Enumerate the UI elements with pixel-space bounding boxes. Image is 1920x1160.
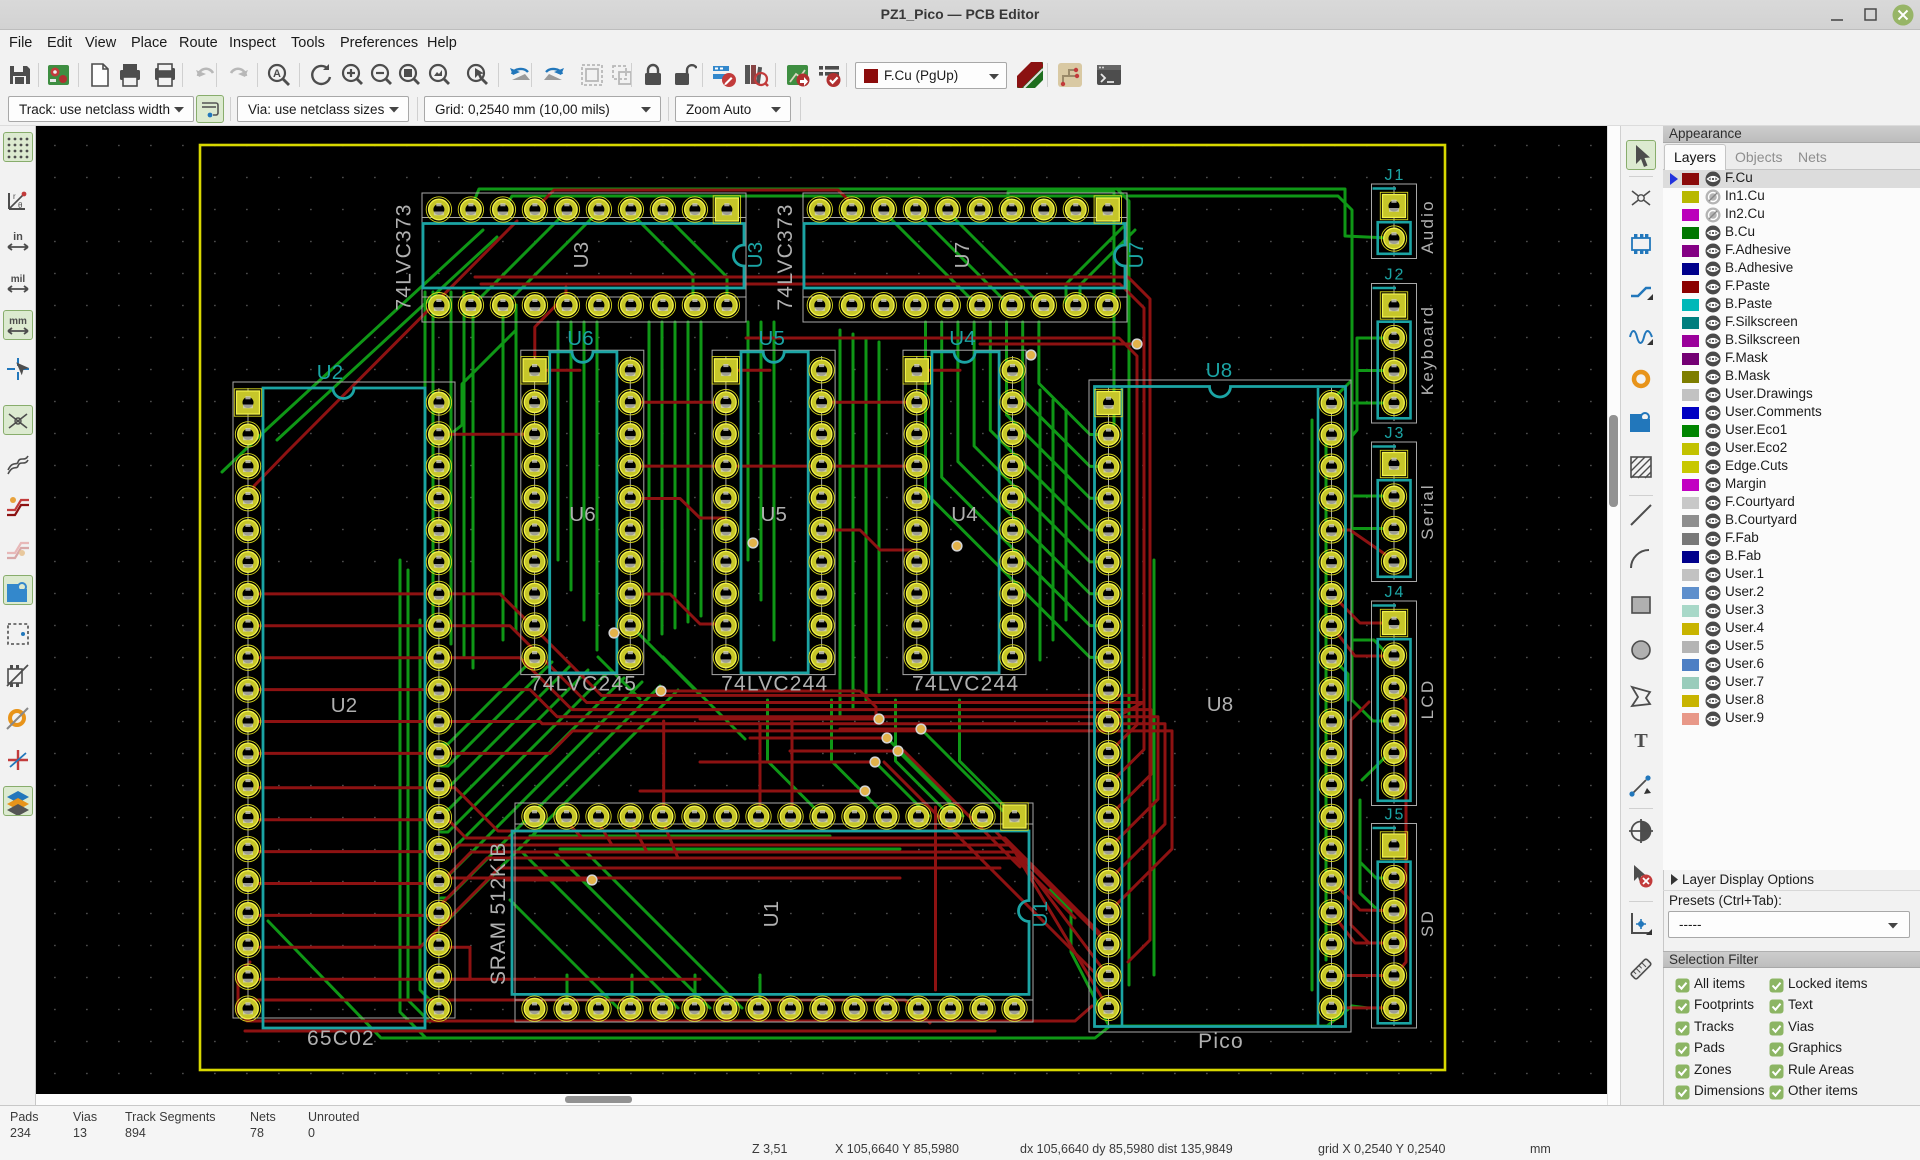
svg-text:Keyboard: Keyboard bbox=[1418, 305, 1437, 395]
svg-text:U4: U4 bbox=[951, 503, 978, 526]
svg-text:U6: U6 bbox=[569, 503, 596, 526]
svg-text:U8: U8 bbox=[1207, 693, 1234, 716]
svg-text:U7: U7 bbox=[1125, 242, 1148, 269]
svg-text:U8: U8 bbox=[1206, 359, 1233, 382]
svg-text:J2: J2 bbox=[1385, 267, 1406, 284]
svg-text:U2: U2 bbox=[331, 694, 358, 717]
svg-text:mm: mm bbox=[9, 316, 27, 327]
svg-text:LCD: LCD bbox=[1418, 679, 1437, 720]
svg-text:74LVC373: 74LVC373 bbox=[774, 203, 797, 310]
svg-text:r: r bbox=[13, 192, 16, 201]
svg-text:74LVC244: 74LVC244 bbox=[721, 673, 828, 696]
svg-text:U3: U3 bbox=[570, 242, 593, 269]
svg-text:U3: U3 bbox=[744, 242, 767, 269]
svg-text:SRAM 512KiB: SRAM 512KiB bbox=[487, 842, 510, 985]
svg-text:J1: J1 bbox=[1385, 167, 1406, 184]
svg-text:A: A bbox=[273, 68, 281, 80]
svg-text:74LVC244: 74LVC244 bbox=[912, 673, 1019, 696]
svg-text:U6: U6 bbox=[567, 327, 594, 350]
svg-text:U4: U4 bbox=[949, 327, 976, 350]
svg-text:mil: mil bbox=[11, 274, 26, 285]
svg-text:T: T bbox=[1634, 730, 1648, 752]
svg-text:U1: U1 bbox=[760, 901, 783, 928]
svg-text:J4: J4 bbox=[1385, 584, 1406, 601]
svg-text:65C02: 65C02 bbox=[307, 1027, 375, 1050]
svg-text:J5: J5 bbox=[1385, 807, 1406, 824]
svg-text:in: in bbox=[13, 231, 23, 243]
svg-text:74LVC373: 74LVC373 bbox=[393, 203, 416, 310]
svg-text:U1: U1 bbox=[1029, 901, 1052, 928]
svg-text:SD: SD bbox=[1418, 909, 1437, 937]
svg-text:U7: U7 bbox=[951, 242, 974, 269]
svg-text:J3: J3 bbox=[1385, 425, 1406, 442]
svg-text:Pico: Pico bbox=[1198, 1030, 1244, 1053]
svg-text:U5: U5 bbox=[758, 327, 785, 350]
svg-text:Audio: Audio bbox=[1418, 199, 1437, 253]
svg-text:Serial: Serial bbox=[1418, 483, 1437, 540]
svg-text:θ: θ bbox=[18, 201, 23, 210]
svg-text:74LVC245: 74LVC245 bbox=[530, 673, 637, 696]
svg-text:U2: U2 bbox=[317, 361, 344, 384]
svg-text:U5: U5 bbox=[760, 503, 787, 526]
